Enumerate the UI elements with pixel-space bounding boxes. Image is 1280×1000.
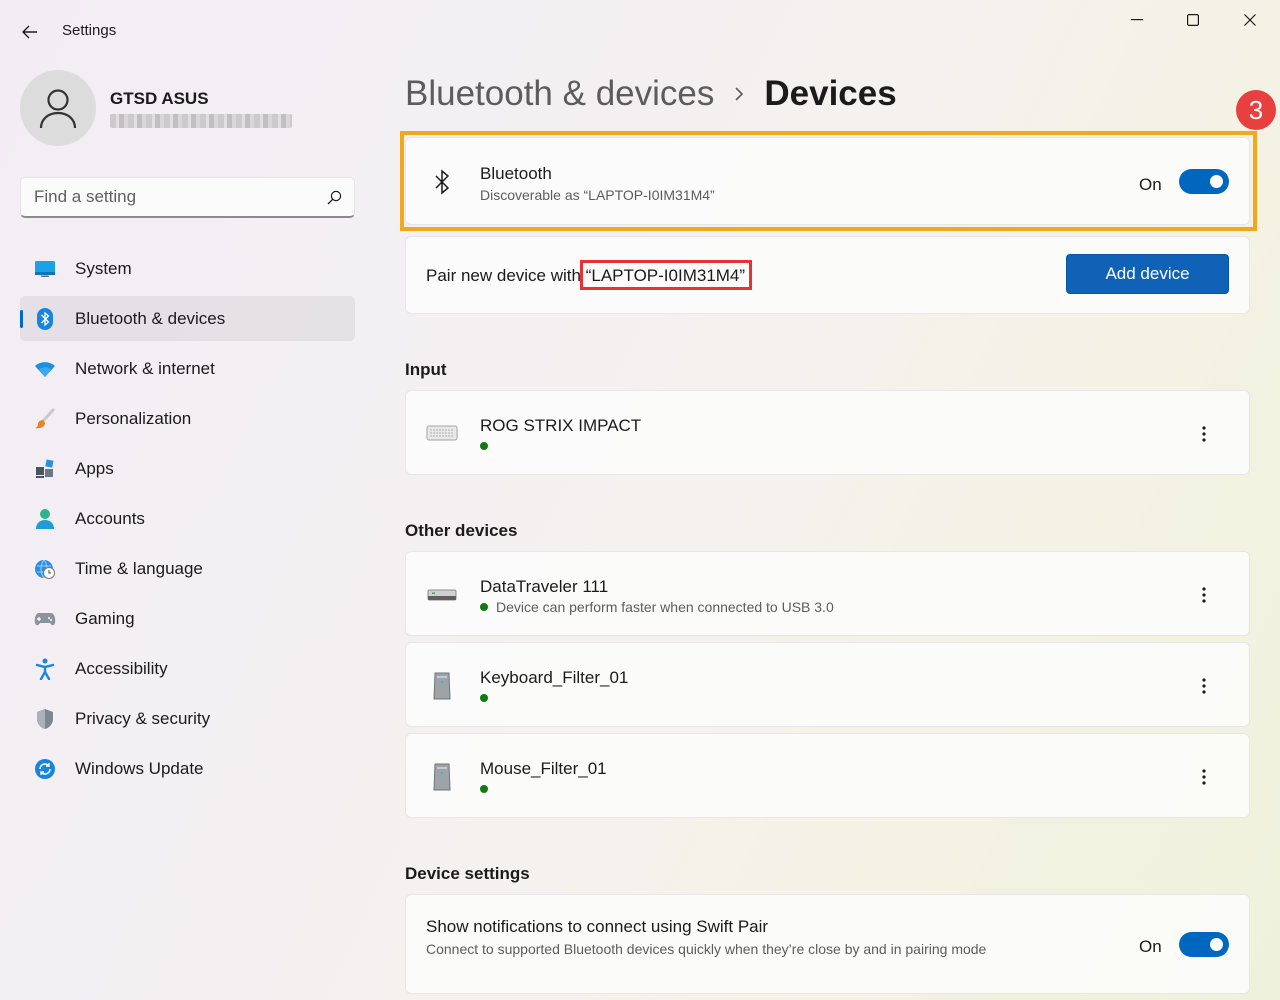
- status-dot: [480, 603, 488, 611]
- brush-icon: [34, 408, 56, 430]
- more-options-button[interactable]: [1189, 671, 1219, 701]
- shield-icon: [34, 708, 56, 730]
- device-row-keyboard-filter[interactable]: Keyboard_Filter_01: [405, 642, 1250, 727]
- user-name: GTSD ASUS: [110, 89, 209, 108]
- device-row-datatraveler[interactable]: DataTraveler 111 Device can perform fast…: [405, 551, 1250, 636]
- device-status-text: Device can perform faster when connected…: [496, 599, 834, 615]
- swift-pair-setting-card: Show notifications to connect using Swif…: [405, 894, 1250, 994]
- device-name: DataTraveler 111: [480, 577, 609, 596]
- device-tower-icon: [426, 670, 458, 702]
- back-arrow-icon: [22, 25, 37, 39]
- callout-box: [580, 260, 752, 290]
- wifi-icon: [34, 358, 56, 380]
- sidebar-item-label: Personalization: [75, 408, 192, 428]
- system-icon: [34, 258, 56, 280]
- breadcrumb-parent-link[interactable]: Bluetooth & devices: [405, 74, 714, 114]
- search-input[interactable]: [34, 187, 327, 207]
- close-icon: [1244, 14, 1256, 26]
- sidebar-item-time-language[interactable]: Time & language: [20, 546, 355, 591]
- accounts-icon: [34, 508, 56, 530]
- sidebar-item-network[interactable]: Network & internet: [20, 346, 355, 391]
- status-dot: [480, 694, 488, 702]
- sidebar-item-label: Network & internet: [75, 358, 215, 378]
- sidebar-item-label: Windows Update: [75, 758, 204, 778]
- app-title: Settings: [62, 22, 117, 39]
- swift-pair-title: Show notifications to connect using Swif…: [426, 917, 769, 936]
- sidebar-item-bluetooth-devices[interactable]: Bluetooth & devices: [20, 296, 355, 341]
- page-title: Devices: [764, 74, 897, 113]
- chevron-right-icon: [734, 86, 744, 102]
- sidebar-item-system[interactable]: System: [20, 246, 355, 291]
- more-vertical-icon: [1202, 426, 1206, 442]
- minimize-icon: [1131, 19, 1143, 21]
- sidebar-item-gaming[interactable]: Gaming: [20, 596, 355, 641]
- device-row-rog-strix-impact[interactable]: ROG STRIX IMPACT: [405, 390, 1250, 475]
- swift-pair-description: Connect to supported Bluetooth devices q…: [426, 941, 987, 957]
- add-device-button[interactable]: Add device: [1066, 254, 1229, 294]
- user-email-redacted: [110, 114, 292, 128]
- section-title-input: Input: [405, 360, 447, 379]
- sidebar-item-label: Privacy & security: [75, 708, 211, 728]
- more-vertical-icon: [1202, 678, 1206, 694]
- accessibility-icon: [34, 658, 56, 680]
- device-name: Mouse_Filter_01: [480, 759, 607, 778]
- sidebar-item-label: System: [75, 258, 132, 278]
- sidebar-item-label: Accessibility: [75, 658, 168, 678]
- globe-clock-icon: [34, 558, 56, 580]
- highlight-box: [400, 131, 1257, 231]
- keyboard-icon: [426, 417, 458, 449]
- section-title-other-devices: Other devices: [405, 521, 518, 540]
- sidebar-item-label: Bluetooth & devices: [75, 308, 226, 328]
- sidebar-item-label: Gaming: [75, 608, 135, 628]
- update-icon: [34, 758, 56, 780]
- sidebar-item-label: Time & language: [75, 558, 203, 578]
- swift-pair-state-label: On: [1139, 937, 1162, 956]
- breadcrumb: Bluetooth & devices Devices: [405, 72, 897, 116]
- sidebar-item-label: Accounts: [75, 508, 145, 528]
- usb-drive-icon: [426, 579, 458, 611]
- bluetooth-icon: [34, 307, 56, 330]
- maximize-icon: [1187, 14, 1199, 26]
- status-connected-dot: [480, 442, 488, 450]
- section-title-device-settings: Device settings: [405, 864, 530, 883]
- device-name: Keyboard_Filter_01: [480, 668, 629, 687]
- gamepad-icon: [34, 608, 56, 630]
- more-vertical-icon: [1202, 587, 1206, 603]
- pair-label: Pair new device with: [426, 266, 581, 285]
- more-options-button[interactable]: [1189, 762, 1219, 792]
- maximize-button[interactable]: [1170, 6, 1216, 34]
- more-options-button[interactable]: [1189, 419, 1219, 449]
- device-name: ROG STRIX IMPACT: [480, 416, 642, 435]
- sidebar-item-personalization[interactable]: Personalization: [20, 396, 355, 441]
- status-dot: [480, 785, 488, 793]
- more-options-button[interactable]: [1189, 580, 1219, 610]
- title-bar: Settings: [0, 0, 1280, 60]
- device-tower-icon: [426, 761, 458, 793]
- sidebar-item-accessibility[interactable]: Accessibility: [20, 646, 355, 691]
- more-vertical-icon: [1202, 769, 1206, 785]
- sidebar: GTSD ASUS System Bluetooth & devices Net…: [0, 60, 380, 1000]
- device-row-mouse-filter[interactable]: Mouse_Filter_01: [405, 733, 1250, 818]
- search-box[interactable]: [20, 177, 355, 218]
- swift-pair-toggle[interactable]: [1179, 932, 1229, 957]
- apps-icon: [34, 458, 56, 480]
- step-number-badge: 3: [1236, 90, 1276, 130]
- sidebar-item-label: Apps: [75, 458, 114, 478]
- search-icon: [327, 190, 342, 204]
- avatar[interactable]: [20, 70, 96, 146]
- person-icon: [39, 89, 77, 129]
- pair-device-card: Pair new device with “LAPTOP-I0IM31M4” A…: [405, 236, 1250, 314]
- minimize-button[interactable]: [1114, 6, 1160, 34]
- sidebar-item-privacy-security[interactable]: Privacy & security: [20, 696, 355, 741]
- sidebar-item-accounts[interactable]: Accounts: [20, 496, 355, 541]
- sidebar-item-windows-update[interactable]: Windows Update: [20, 746, 355, 791]
- nav-list: System Bluetooth & devices Network & int…: [20, 246, 355, 796]
- close-button[interactable]: [1227, 6, 1273, 34]
- sidebar-item-apps[interactable]: Apps: [20, 446, 355, 491]
- back-button[interactable]: [16, 18, 44, 46]
